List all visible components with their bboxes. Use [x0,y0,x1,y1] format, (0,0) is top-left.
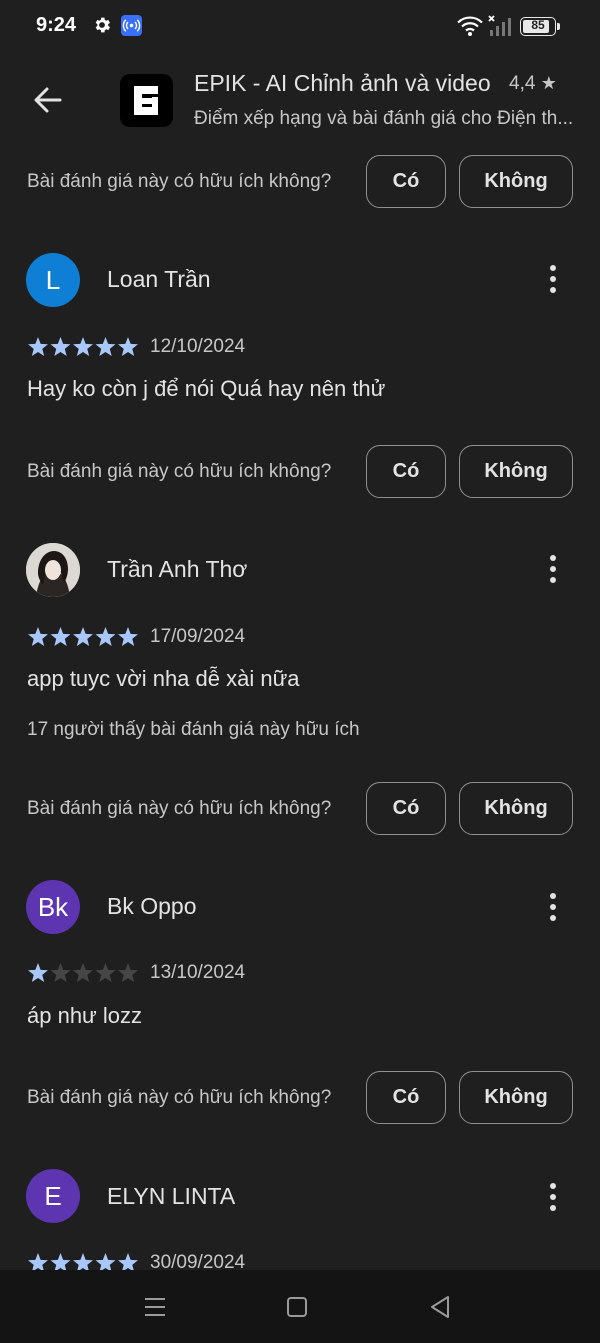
menu-icon[interactable] [140,1292,170,1322]
helpful-yes-button[interactable]: Có [366,782,446,835]
back-arrow-icon[interactable] [28,80,68,120]
star-icon [118,963,138,982]
helpful-yes-button[interactable]: Có [366,155,446,208]
back-icon[interactable] [425,1292,455,1322]
star-rating [28,963,138,982]
helpful-count: 17 người thấy bài đánh giá này hữu ích [27,719,360,740]
review-date: 12/10/2024 [150,336,246,357]
star-icon [73,627,93,646]
reviewer-name: ELYN LINTA [107,1183,236,1209]
app-rating-value: 4,4 [509,73,536,94]
review-text: Hay ko còn j để nói Quá hay nên thử [27,376,386,401]
gear-icon [95,17,110,33]
home-icon[interactable] [282,1292,312,1322]
helpful-no-button[interactable]: Không [459,445,573,498]
hotspot-icon [121,15,142,36]
avatar: L [26,253,80,307]
avatar: E [26,1169,80,1223]
reviewer-name: Bk Oppo [107,893,197,919]
star-icon [28,963,48,982]
helpful-question: Bài đánh giá này có hữu ích không? [27,171,332,192]
review-date: 13/10/2024 [150,962,246,983]
wifi-icon [457,16,483,36]
star-icon [28,337,48,356]
review-text: app tuyc vời nha dễ xài nữa [27,666,300,691]
helpful-no-button[interactable]: Không [459,1071,573,1124]
battery-level: 85 [531,18,545,32]
star-rating [28,337,138,356]
helpful-question: Bài đánh giá này có hữu ích không? [27,798,332,819]
star-icon: ★ [540,73,557,93]
helpful-yes-button[interactable]: Có [366,445,446,498]
star-icon [28,627,48,646]
reviewer-name: Trần Anh Thơ [107,556,248,582]
star-icon [50,627,71,646]
status-time: 9:24 [36,14,77,36]
star-icon [95,963,116,982]
battery-icon: 85 [520,17,556,36]
helpful-question: Bài đánh giá này có hữu ích không? [27,1087,332,1108]
review-text: áp như lozz [27,1003,143,1028]
more-vert-icon[interactable] [540,1180,566,1214]
review-date: 17/09/2024 [150,626,246,647]
star-icon [50,963,71,982]
app-rating: 4,4 ★ [509,73,557,95]
helpful-yes-button[interactable]: Có [366,1071,446,1124]
helpful-no-button[interactable]: Không [459,782,573,835]
avatar: Bk [26,880,80,934]
helpful-no-button[interactable]: Không [459,155,573,208]
more-vert-icon[interactable] [540,552,566,586]
star-icon [118,627,138,646]
more-vert-icon[interactable] [540,262,566,296]
system-nav-bar [0,1270,600,1343]
helpful-question: Bài đánh giá này có hữu ích không? [27,461,332,482]
star-icon [73,963,93,982]
star-icon [50,337,71,356]
app-subtitle: Điểm xếp hạng và bài đánh giá cho Điện t… [194,108,574,129]
star-icon [95,337,116,356]
app-icon[interactable] [120,74,173,127]
signal-icon [488,15,511,36]
status-bar: 9:24 85 [0,0,600,54]
star-icon [118,337,138,356]
app-title: EPIK - AI Chỉnh ảnh và video [194,70,491,96]
star-rating [28,627,138,646]
star-icon [73,337,93,356]
reviewer-name: Loan Trần [107,266,211,292]
more-vert-icon[interactable] [540,890,566,924]
star-icon [95,627,116,646]
avatar [26,543,80,597]
